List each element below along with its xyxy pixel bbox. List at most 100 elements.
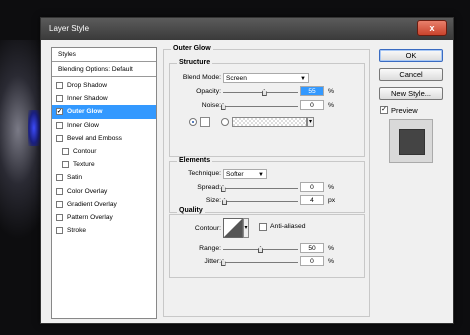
- close-icon: x: [429, 23, 435, 33]
- style-item-checkbox[interactable]: [56, 134, 63, 142]
- spread-input[interactable]: 0: [300, 182, 324, 192]
- cancel-button[interactable]: Cancel: [379, 68, 443, 81]
- style-item-pattern-overlay[interactable]: Pattern Overlay: [52, 211, 156, 225]
- ok-button[interactable]: OK: [379, 49, 443, 62]
- range-unit: %: [328, 245, 335, 252]
- preview-swatch: [399, 129, 425, 155]
- style-item-label: Pattern Overlay: [67, 214, 113, 221]
- technique-select[interactable]: Softer ▼: [223, 169, 267, 179]
- style-item-checkbox[interactable]: [56, 95, 63, 103]
- opacity-input[interactable]: 55: [300, 86, 324, 96]
- spread-label: Spread:: [197, 184, 221, 191]
- glow-color-swatch[interactable]: [200, 117, 210, 127]
- spread-slider[interactable]: [223, 188, 298, 189]
- style-item-gradient-overlay[interactable]: Gradient Overlay: [52, 198, 156, 212]
- titlebar: Layer Style x: [41, 18, 453, 40]
- style-item-stroke[interactable]: Stroke: [52, 224, 156, 238]
- style-item-label: Stroke: [67, 227, 87, 235]
- close-button[interactable]: x: [417, 20, 447, 36]
- blend-mode-select[interactable]: Screen ▼: [223, 73, 309, 83]
- preview-checkbox[interactable]: ✓: [380, 106, 388, 114]
- noise-unit: %: [328, 102, 335, 109]
- style-item-checkbox[interactable]: [62, 161, 69, 169]
- style-item-checkbox[interactable]: [62, 148, 69, 155]
- style-item-color-overlay[interactable]: Color Overlay: [52, 185, 156, 199]
- panel-title: Outer Glow: [171, 45, 213, 52]
- style-item-checkbox[interactable]: [56, 200, 63, 208]
- style-item-checkbox[interactable]: [56, 174, 63, 182]
- noise-label: Noise:: [201, 102, 221, 109]
- style-item-label: Bevel and Emboss: [67, 134, 122, 142]
- style-item-checkbox[interactable]: [56, 82, 63, 89]
- styles-header[interactable]: Styles: [52, 48, 156, 62]
- size-label: Size:: [205, 197, 221, 204]
- noise-slider[interactable]: [223, 106, 298, 107]
- chevron-down-icon: ▼: [258, 172, 264, 178]
- contour-dropdown-button[interactable]: ▾: [243, 218, 249, 238]
- jitter-unit: %: [328, 258, 335, 265]
- style-item-label: Inner Shadow: [67, 95, 108, 103]
- gradient-dropdown-button[interactable]: ▾: [307, 117, 314, 127]
- new-style-button[interactable]: New Style...: [379, 87, 443, 100]
- style-item-label: Drop Shadow: [67, 82, 107, 89]
- style-item-inner-glow[interactable]: Inner Glow: [52, 119, 156, 133]
- blend-mode-value: Screen: [226, 75, 247, 82]
- style-item-drop-shadow[interactable]: Drop Shadow: [52, 79, 156, 93]
- anti-aliased-label: Anti-aliased: [270, 223, 306, 230]
- glow-gradient-picker[interactable]: [232, 117, 307, 127]
- blend-mode-label: Blend Mode:: [182, 74, 221, 81]
- spread-unit: %: [328, 184, 335, 191]
- style-item-label: Color Overlay: [67, 187, 108, 195]
- style-item-contour[interactable]: Contour: [52, 145, 156, 159]
- range-input[interactable]: 50: [300, 243, 324, 253]
- technique-label: Technique:: [188, 170, 221, 177]
- contour-label: Contour:: [194, 225, 221, 232]
- style-item-checkbox[interactable]: ✓: [56, 108, 63, 116]
- style-item-bevel-and-emboss[interactable]: Bevel and Emboss: [52, 132, 156, 146]
- jitter-slider[interactable]: [223, 262, 298, 263]
- style-item-texture[interactable]: Texture: [52, 158, 156, 172]
- style-item-satin[interactable]: Satin: [52, 171, 156, 185]
- opacity-slider[interactable]: [223, 92, 298, 93]
- jitter-input[interactable]: 0: [300, 256, 324, 266]
- gradient-radio[interactable]: [221, 118, 229, 126]
- solid-color-radio[interactable]: [189, 118, 197, 126]
- style-item-checkbox[interactable]: [56, 227, 63, 235]
- blending-options-item[interactable]: Blending Options: Default: [52, 63, 156, 77]
- structure-title: Structure: [177, 59, 213, 66]
- style-item-label: Satin: [67, 174, 83, 182]
- range-label: Range:: [199, 245, 221, 252]
- layer-style-dialog: Layer Style x Styles Blending Options: D…: [40, 17, 454, 324]
- chevron-down-icon: ▾: [308, 119, 312, 125]
- style-item-label: Contour: [73, 148, 97, 155]
- style-item-label: Outer Glow: [67, 108, 103, 116]
- noise-input[interactable]: 0: [300, 100, 324, 110]
- checkmark-icon: ✓: [381, 106, 387, 113]
- style-item-label: Inner Glow: [67, 121, 99, 129]
- style-item-checkbox[interactable]: [56, 121, 63, 129]
- dialog-title: Layer Style: [49, 24, 90, 33]
- size-input[interactable]: 4: [300, 195, 324, 205]
- canvas-blue-shape: [28, 110, 40, 146]
- style-item-outer-glow[interactable]: ✓ Outer Glow: [52, 105, 156, 120]
- opacity-unit: %: [328, 88, 335, 95]
- style-item-checkbox[interactable]: [56, 214, 63, 221]
- contour-curve-icon: [224, 219, 242, 237]
- quality-title: Quality: [177, 207, 205, 214]
- opacity-label: Opacity:: [196, 88, 221, 95]
- anti-aliased-checkbox[interactable]: [259, 223, 267, 231]
- preview-label: Preview: [391, 106, 418, 115]
- size-slider[interactable]: [223, 201, 298, 202]
- styles-list: Styles Blending Options: Default Drop Sh…: [51, 47, 157, 319]
- elements-title: Elements: [177, 157, 213, 164]
- size-unit: px: [328, 197, 336, 204]
- technique-value: Softer: [226, 171, 244, 178]
- style-item-checkbox[interactable]: [56, 187, 63, 195]
- preview-thumbnail: [389, 119, 433, 163]
- chevron-down-icon: ▼: [300, 76, 306, 82]
- style-item-label: Texture: [73, 161, 95, 169]
- style-item-label: Gradient Overlay: [67, 200, 117, 208]
- jitter-label: Jitter:: [204, 258, 221, 265]
- style-item-inner-shadow[interactable]: Inner Shadow: [52, 92, 156, 106]
- contour-picker[interactable]: [223, 218, 243, 238]
